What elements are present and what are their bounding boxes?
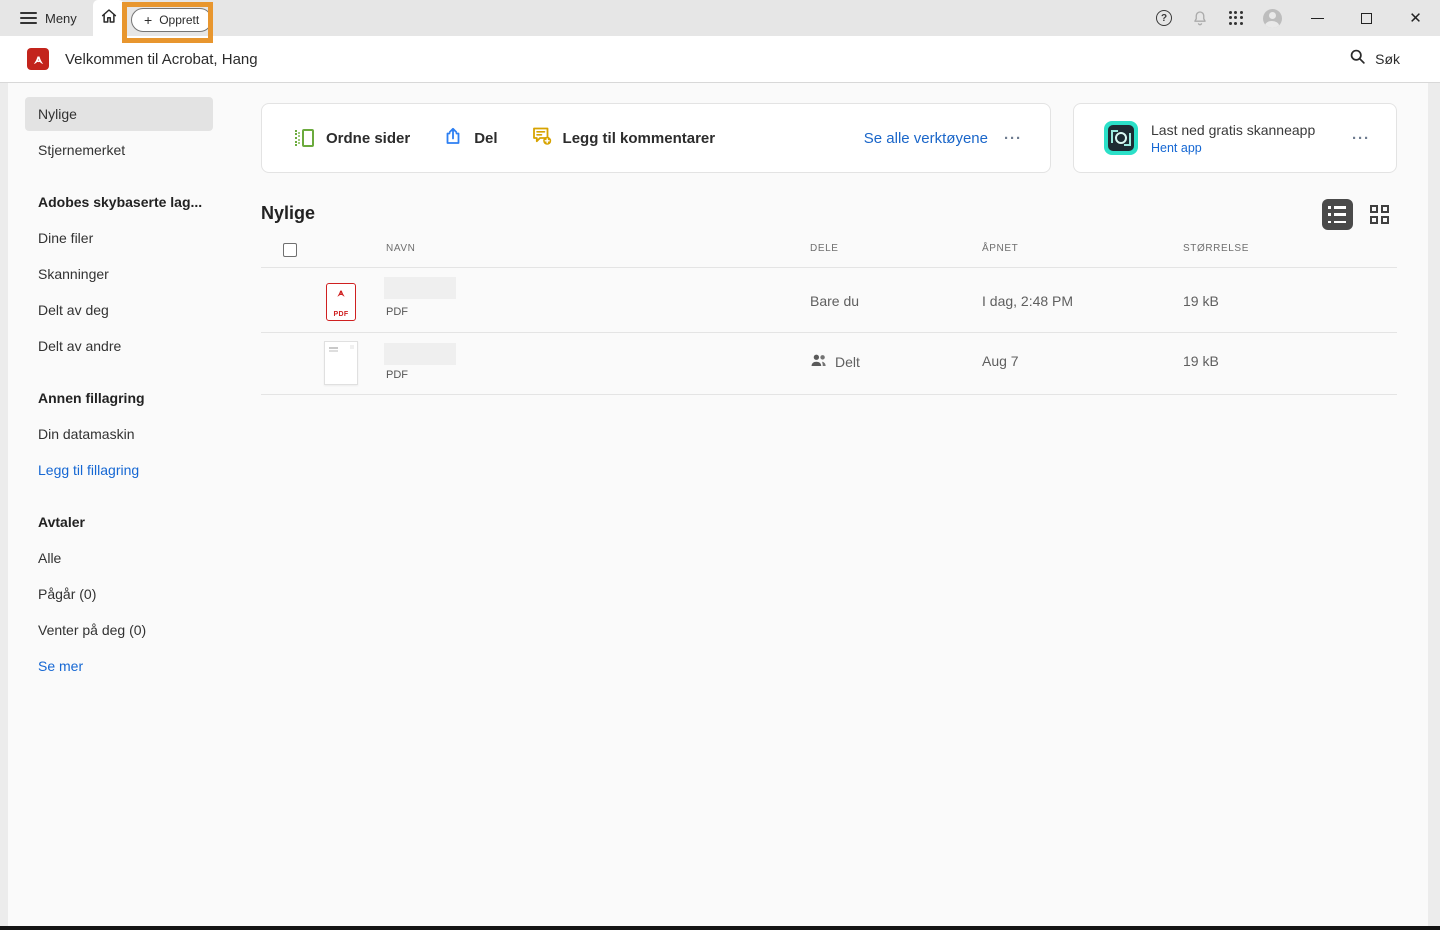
sidebar-item-alle[interactable]: Alle [25,541,213,575]
sidebar-item-legg-til-fillagring[interactable]: Legg til fillagring [25,453,213,487]
home-icon [100,7,118,30]
search-button[interactable]: Søk [1349,36,1400,82]
avatar-icon [1262,8,1282,28]
row-divider [261,394,1397,395]
file-size: 19 kB [1183,353,1219,369]
titlebar-actions: ? [1154,0,1282,36]
opened-date: I dag, 2:48 PM [982,293,1074,309]
see-all-tools-link[interactable]: Se alle verktøyene [864,130,988,147]
sidebar-item-delt-av-andre[interactable]: Delt av andre [25,329,213,363]
acrobat-home-window: Meny + Opprett ? ✕ Velkommen til Acrobat… [0,0,1440,930]
share-status: Bare du [810,293,860,309]
sidebar-item-nylige[interactable]: Nylige [25,97,213,131]
list-view-toggle[interactable] [1322,199,1353,230]
sidebar-header-avtaler: Avtaler [38,514,85,530]
file-name-redacted [384,277,456,299]
row-divider [261,332,1397,333]
title-bar: Meny + Opprett ? ✕ [0,0,1440,43]
maximize-icon [1361,12,1372,24]
search-label: Søk [1375,51,1400,67]
sidebar-item-skanninger[interactable]: Skanninger [25,257,213,291]
grid-icon [1228,10,1244,26]
adobe-scan-app-icon [1104,121,1138,155]
sidebar-item-stjernemerket[interactable]: Stjernemerket [25,133,213,167]
select-all-checkbox[interactable] [283,243,297,257]
bottom-window-edge [0,926,1440,930]
column-header-storrelse: STØRRELSE [1183,243,1249,254]
get-app-link[interactable]: Hent app [1151,141,1315,155]
sidebar-header-adobe-cloud: Adobes skybaserte lag... [38,194,203,210]
quick-tools-card: Ordne sider Del Legg til kommentarer Se [261,103,1051,173]
sidebar-item-din-datamaskin[interactable]: Din datamaskin [25,417,213,451]
sidebar-item-dine-filer[interactable]: Dine filer [25,221,213,255]
close-icon: ✕ [1409,9,1422,27]
column-header-navn: NAVN [386,243,416,254]
sidebar-item-venter-pa-deg[interactable]: Venter på deg (0) [25,613,213,647]
row-divider [261,267,1397,268]
help-button[interactable]: ? [1154,8,1174,28]
menu-label: Meny [45,10,77,26]
welcome-bar: Velkommen til Acrobat, Hang Søk [0,36,1440,83]
recent-section-title: Nylige [261,203,316,223]
sidebar-header-annen-fillagring: Annen fillagring [38,390,145,406]
column-header-dele: DELE [810,243,839,254]
close-button[interactable]: ✕ [1391,0,1440,36]
file-size: 19 kB [1183,293,1219,309]
add-comment-icon [531,125,552,151]
scan-card-more-button[interactable]: ··· [1352,130,1370,147]
file-type-label: PDF [386,306,408,318]
acrobat-logo-icon [27,48,49,70]
column-header-apnet: ÅPNET [982,243,1019,254]
share-status: Delt [810,353,860,370]
left-edge-gutter [0,83,8,927]
maximize-button[interactable] [1342,0,1391,36]
search-icon [1349,48,1366,70]
shared-users-icon [810,353,827,370]
file-name-redacted [384,343,456,365]
right-scrollbar-gutter[interactable] [1428,83,1440,927]
minimize-icon [1311,17,1324,19]
tool-ordne-sider[interactable]: Ordne sider [295,128,410,148]
account-button[interactable] [1262,8,1282,28]
hamburger-icon [20,12,37,24]
sidebar-item-delt-av-deg[interactable]: Delt av deg [25,293,213,327]
window-controls: ✕ [1293,0,1440,36]
opened-date: Aug 7 [982,353,1019,369]
notifications-button[interactable] [1190,8,1210,28]
app-grid-button[interactable] [1226,8,1246,28]
plus-icon: + [144,12,153,28]
file-type-label: PDF [386,369,408,381]
share-icon [443,126,463,151]
create-button-label: Opprett [159,13,200,27]
home-tab[interactable] [93,0,124,36]
sidebar-item-se-mer[interactable]: Se mer [25,649,213,683]
tool-del[interactable]: Del [443,126,498,151]
organize-pages-icon [295,128,315,148]
pdf-file-icon: PDF [326,283,356,321]
scan-app-card: Last ned gratis skanneapp Hent app ··· [1073,103,1397,173]
create-button[interactable]: + Opprett [131,8,213,32]
help-icon: ? [1156,10,1172,26]
sidebar-item-pagar[interactable]: Pågår (0) [25,577,213,611]
tools-more-button[interactable]: ··· [1004,130,1022,147]
page-title: Velkommen til Acrobat, Hang [65,50,258,68]
menu-button[interactable]: Meny [20,0,77,36]
minimize-button[interactable] [1293,0,1342,36]
scan-card-title: Last ned gratis skanneapp [1151,121,1316,138]
document-thumbnail [324,341,358,385]
grid-view-toggle[interactable] [1370,205,1389,224]
bell-icon [1191,9,1209,27]
tool-legg-til-kommentarer[interactable]: Legg til kommentarer [531,125,715,151]
